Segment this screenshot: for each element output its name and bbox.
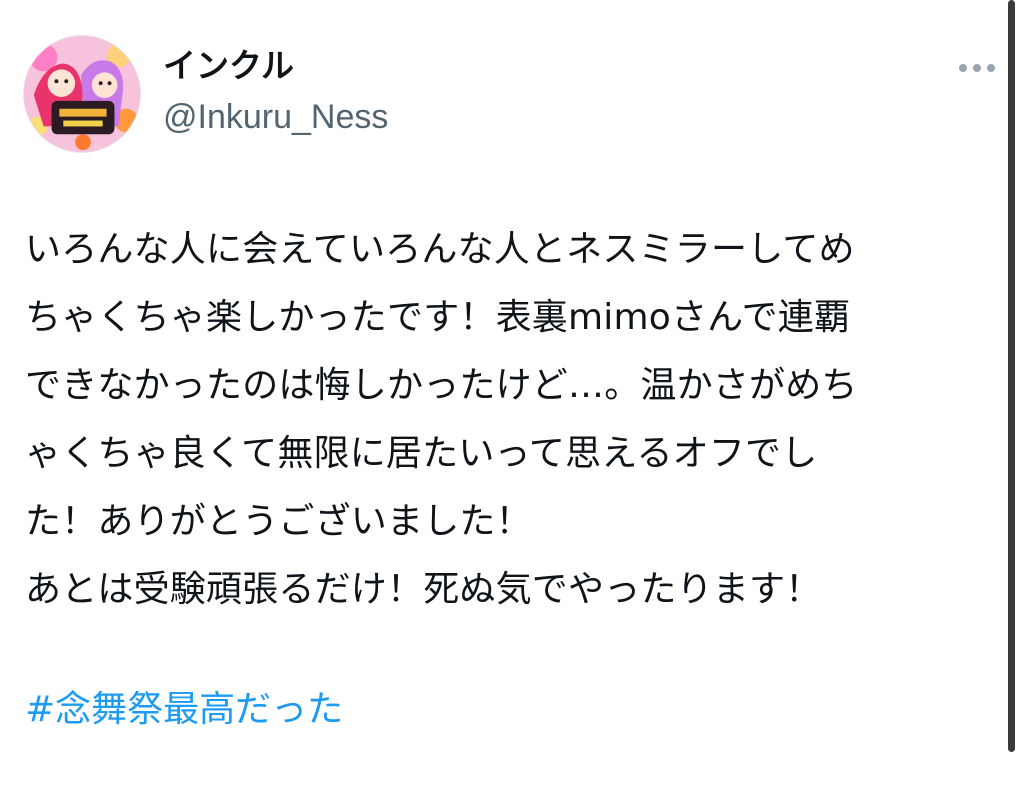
scrollbar[interactable]	[1008, 0, 1015, 752]
tweet-text-line: ゃくちゃ良くて無限に居たいって思えるオフでし	[25, 433, 818, 474]
tweet-text-line: た！ありがとうございました！	[25, 501, 532, 542]
more-horizontal-icon	[956, 64, 998, 72]
user-handle[interactable]: @Inkuru_Ness	[163, 96, 388, 138]
tweet-text-line: ちゃくちゃ楽しかったです！表裏mimoさんで連覇	[25, 297, 851, 338]
tweet-text-line: できなかったのは悔しかったけど…。温かさがめち	[25, 365, 858, 406]
more-options-button[interactable]	[955, 55, 999, 81]
avatar[interactable]	[23, 35, 141, 153]
hashtag-link[interactable]: #念舞祭最高だった	[25, 676, 343, 744]
tweet-card: インクル @Inkuru_Ness いろんな人に会えていろんな人とネスミラーして…	[0, 0, 1024, 791]
tweet-text-line: あとは受験頑張るだけ！死ぬ気でやったります！	[25, 569, 822, 610]
tweet-text-line: いろんな人に会えていろんな人とネスミラーしてめ	[25, 229, 855, 270]
avatar-illustration-icon	[24, 36, 140, 152]
display-name[interactable]: インクル	[163, 44, 294, 88]
tweet-text: いろんな人に会えていろんな人とネスミラーしてめ ちゃくちゃ楽しかったです！表裏m…	[25, 216, 1000, 624]
